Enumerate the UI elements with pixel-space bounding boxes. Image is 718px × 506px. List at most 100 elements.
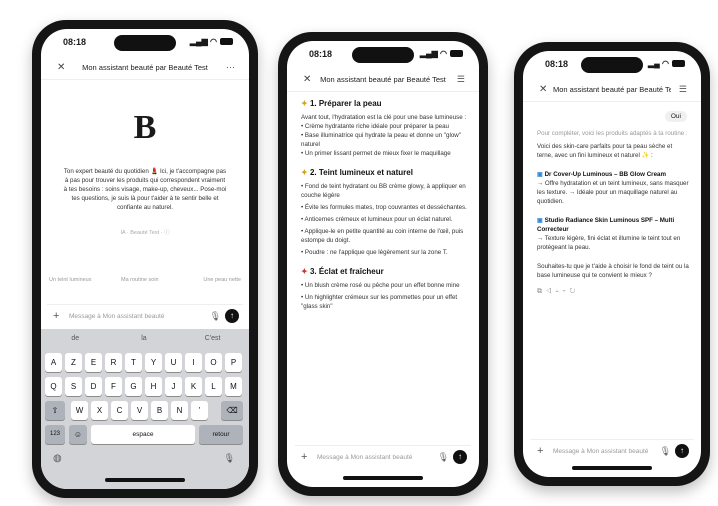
- paragraph: Pour compléter, voici les produits adapt…: [537, 130, 688, 137]
- menu-icon[interactable]: ☰: [679, 84, 687, 95]
- suggestion-chip[interactable]: Un teint lumineux: [49, 277, 92, 283]
- message-input[interactable]: Message à Mon assistant beauté: [69, 313, 209, 320]
- key[interactable]: R: [105, 353, 122, 372]
- section-heading: ✦ 3. Éclat et fraîcheur: [301, 267, 384, 276]
- key[interactable]: Q: [45, 377, 62, 396]
- key[interactable]: A: [45, 353, 62, 372]
- menu-icon[interactable]: ☰: [457, 74, 465, 85]
- keyboard-suggestion[interactable]: C'est: [178, 335, 247, 342]
- thumbs-down-icon[interactable]: ▿: [563, 288, 570, 295]
- space-key[interactable]: espace: [91, 425, 195, 444]
- globe-icon[interactable]: ◍: [53, 453, 62, 464]
- chat-title: Mon assistant beauté par Beauté Test: [82, 63, 208, 72]
- key[interactable]: B: [151, 401, 168, 420]
- menu-icon[interactable]: ⋯: [226, 62, 235, 73]
- key[interactable]: O: [205, 353, 222, 372]
- key[interactable]: Z: [65, 353, 82, 372]
- paragraph: • Crème hydratante riche idéale pour pré…: [301, 123, 450, 130]
- assistant-message: ✦ 1. Préparer la peau Avant tout, l'hydr…: [301, 99, 467, 311]
- key[interactable]: D: [85, 377, 102, 396]
- message-composer: + Message à Mon assistant beauté 🎙 ↑: [295, 445, 471, 470]
- assistant-logo: B: [133, 109, 157, 146]
- backspace-key[interactable]: ⌫: [221, 401, 243, 420]
- plus-icon[interactable]: +: [537, 445, 543, 457]
- shift-key[interactable]: ⇧: [45, 401, 65, 420]
- refresh-icon[interactable]: ↻: [570, 288, 580, 295]
- thumbs-up-icon[interactable]: ▵: [556, 288, 563, 295]
- status-icons: ▂▄ ◠: [648, 59, 685, 68]
- key[interactable]: P: [225, 353, 242, 372]
- message-composer: + Message à Mon assistant beauté 🎙 ↑: [531, 439, 693, 464]
- product-name: ▣ Studio Radiance Skin Luminous SPF – Mu…: [537, 217, 675, 233]
- close-icon[interactable]: ✕: [303, 74, 311, 85]
- disclaimer: IA · Beauté Test · ⓘ: [120, 230, 170, 236]
- battery-icon: [450, 50, 463, 58]
- paragraph: • Un blush crème rosé ou pêche pour un e…: [301, 282, 460, 289]
- paragraph: • Un primer lissant permet de mieux fixe…: [301, 150, 451, 157]
- key[interactable]: G: [125, 377, 142, 396]
- chat-title: Mon assistant beauté par Beauté Test: [320, 75, 446, 84]
- battery-icon: [220, 38, 233, 46]
- close-icon[interactable]: ✕: [539, 84, 547, 95]
- numbers-key[interactable]: 123: [45, 425, 65, 444]
- product-desc: → Texture légère, fini éclat et illumine…: [537, 235, 681, 251]
- keyboard-suggestion[interactable]: de: [41, 335, 110, 342]
- chat-header: ✕ Mon assistant beauté par Beauté Test ☰: [523, 81, 701, 102]
- suggestion-chip[interactable]: Ma routine soin: [121, 277, 159, 283]
- message-input[interactable]: Message à Mon assistant beauté: [553, 448, 659, 455]
- paragraph: • Évite les formules mates, trop couvran…: [301, 204, 467, 211]
- key[interactable]: M: [225, 377, 242, 396]
- paragraph: • Anticernes crémeux et lumineux pour un…: [301, 216, 453, 223]
- send-button[interactable]: ↑: [453, 450, 467, 464]
- paragraph: • Base illuminatrice qui hydrate la peau…: [301, 132, 461, 148]
- key[interactable]: W: [71, 401, 88, 420]
- plus-icon[interactable]: +: [301, 451, 307, 463]
- key[interactable]: S: [65, 377, 82, 396]
- chat-header: ✕ Mon assistant beauté par Beauté Test ☰: [287, 71, 479, 92]
- keyboard-row-3: ⇧ W X C V B N ' ⌫: [45, 401, 245, 421]
- keyboard-suggestion[interactable]: la: [110, 335, 179, 342]
- close-icon[interactable]: ✕: [57, 62, 65, 73]
- send-button[interactable]: ↑: [225, 309, 239, 323]
- key[interactable]: X: [91, 401, 108, 420]
- plus-icon[interactable]: +: [53, 310, 59, 322]
- emoji-key[interactable]: ☺: [69, 425, 87, 444]
- message-input[interactable]: Message à Mon assistant beauté: [317, 454, 437, 461]
- key[interactable]: I: [185, 353, 202, 372]
- battery-icon: [672, 60, 685, 68]
- key[interactable]: N: [171, 401, 188, 420]
- key[interactable]: H: [145, 377, 162, 396]
- key[interactable]: Y: [145, 353, 162, 372]
- phone-1-screen: 08:18 ▂▄▆ ◠ ✕ Mon assistant beauté par B…: [41, 29, 249, 489]
- key[interactable]: T: [125, 353, 142, 372]
- home-indicator: [572, 466, 652, 470]
- key[interactable]: ': [191, 401, 208, 420]
- mic-icon[interactable]: 🎙: [210, 311, 221, 322]
- suggestion-chip[interactable]: Une peau nette: [203, 277, 241, 283]
- copy-icon[interactable]: ⧉: [537, 288, 546, 295]
- send-button[interactable]: ↑: [675, 444, 689, 458]
- key[interactable]: C: [111, 401, 128, 420]
- follow-up-question: Souhaites-tu que je t'aide à choisir le …: [537, 263, 689, 279]
- paragraph: • Un highlighter crémeux sur les pommett…: [301, 294, 458, 310]
- key[interactable]: F: [105, 377, 122, 396]
- key[interactable]: L: [205, 377, 222, 396]
- mic-icon[interactable]: 🎙: [438, 452, 449, 463]
- chat-header: ✕ Mon assistant beauté par Beauté Test ⋯: [41, 59, 249, 80]
- keyboard-suggestions: de la C'est: [41, 333, 249, 347]
- paragraph: • Fond de teint hydratant ou BB crème gl…: [301, 183, 466, 199]
- key[interactable]: U: [165, 353, 182, 372]
- return-key[interactable]: retour: [199, 425, 243, 444]
- paragraph: Voici des skin-care parfaits pour ta pea…: [537, 143, 673, 159]
- key[interactable]: J: [165, 377, 182, 396]
- status-bar: 08:18 ▂▄▆ ◠: [41, 29, 249, 55]
- mic-icon[interactable]: 🎙: [660, 446, 671, 457]
- status-bar: 08:18 ▂▄▆ ◠: [287, 41, 479, 67]
- dictation-icon[interactable]: 🎙: [224, 453, 235, 464]
- speaker-icon[interactable]: ◁: [546, 288, 556, 295]
- key[interactable]: E: [85, 353, 102, 372]
- key[interactable]: K: [185, 377, 202, 396]
- key[interactable]: V: [131, 401, 148, 420]
- home-indicator: [343, 476, 423, 480]
- clock: 08:18: [309, 49, 333, 59]
